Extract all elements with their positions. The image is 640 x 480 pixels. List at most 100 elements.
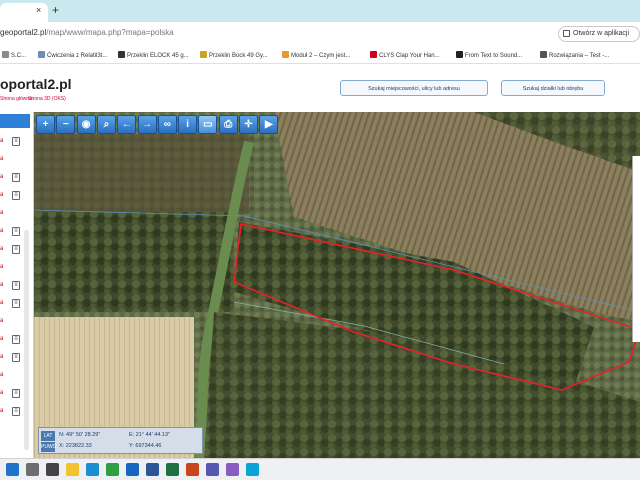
document-icon[interactable]: ≡: [12, 299, 20, 308]
task-view-icon[interactable]: [46, 463, 59, 476]
bookmark-label: S.C...: [11, 53, 27, 59]
bookmark-label: From Text to Sound...: [465, 53, 523, 59]
open-in-app-button[interactable]: Otwórz w aplikacji: [558, 26, 640, 42]
zoom-out-icon[interactable]: −: [56, 115, 76, 134]
bookmark-item[interactable]: Rozwiązania – Test -...: [540, 51, 609, 59]
layer-item[interactable]: a: [0, 264, 3, 270]
print-icon[interactable]: ⎙: [218, 115, 238, 134]
layer-item[interactable]: a: [0, 318, 3, 324]
bookmark-label: Rozwiązania – Test -...: [549, 53, 610, 59]
globe-icon[interactable]: ◉: [76, 115, 96, 134]
bookmark-item[interactable]: From Text to Sound...: [456, 51, 522, 59]
document-icon[interactable]: ≡: [12, 137, 20, 146]
app-window-icon: [563, 30, 570, 37]
coords-tag-puwg[interactable]: PUWG: [41, 442, 57, 452]
page-header: oportal2.pl Strona główna Strona 3D (OKS…: [0, 64, 640, 112]
layer-item[interactable]: a: [0, 210, 3, 216]
link-icon[interactable]: ∞: [157, 115, 177, 134]
coordinates-box: LAT PUWG N: 49° 50' 28.29" E: 21° 44' 44…: [38, 427, 203, 454]
coords-tag-lat[interactable]: LAT: [41, 431, 55, 441]
bookmark-favicon-icon: [38, 51, 45, 58]
magnify-icon[interactable]: ⌕: [96, 115, 116, 134]
taskbar: [0, 458, 640, 480]
layer-item[interactable]: a: [0, 282, 3, 288]
browser-tab[interactable]: ×: [0, 3, 48, 22]
word-icon[interactable]: [146, 463, 159, 476]
aerial-imagery: [34, 112, 640, 458]
powerpoint-icon[interactable]: [186, 463, 199, 476]
layer-item[interactable]: a: [0, 354, 3, 360]
edge-icon[interactable]: [86, 463, 99, 476]
bookmark-item[interactable]: Ćwiczenia z Relatil3t...: [38, 51, 107, 59]
layer-item[interactable]: a: [0, 138, 3, 144]
layer-item[interactable]: a: [0, 390, 3, 396]
search-parcel-button[interactable]: Szukaj działki lub obrębu: [501, 80, 605, 96]
document-icon[interactable]: ≡: [12, 335, 20, 344]
map-side-panel[interactable]: [632, 156, 640, 342]
bookmark-favicon-icon: [540, 51, 547, 58]
bookmark-item[interactable]: S.C...: [2, 51, 26, 59]
url-path: /map/www/mapa.php?mapa=polska: [46, 28, 174, 37]
browser-tab-strip: × +: [0, 0, 640, 22]
layer-item[interactable]: a: [0, 408, 3, 414]
coord-x: X: 223822.33: [59, 443, 92, 449]
bookmark-favicon-icon: [118, 51, 125, 58]
forward-icon[interactable]: →: [137, 115, 157, 134]
layer-item[interactable]: a: [0, 192, 3, 198]
measure-icon[interactable]: ▭: [198, 115, 218, 134]
url-host: geoportal2.pl: [0, 28, 47, 37]
bookmark-favicon-icon: [2, 51, 9, 58]
close-tab-icon[interactable]: ×: [36, 5, 41, 15]
photos-icon[interactable]: [246, 463, 259, 476]
layer-item[interactable]: a: [0, 228, 3, 234]
locate-icon[interactable]: ✛: [239, 115, 258, 134]
breadcrumb-3d[interactable]: Strona 3D (OKS): [28, 96, 66, 102]
bookmark-favicon-icon: [282, 51, 289, 58]
layers-panel-scrollbar[interactable]: [24, 230, 29, 450]
zoom-in-icon[interactable]: +: [36, 115, 55, 134]
bookmark-item[interactable]: CLYS Clap Your Han...: [370, 51, 440, 59]
bookmark-item[interactable]: Przeklin ELOCK 45 g...: [118, 51, 189, 59]
address-bar[interactable]: geoportal2.pl/map/www/mapa.php?mapa=pols…: [0, 28, 174, 37]
search-icon[interactable]: [26, 463, 39, 476]
document-icon[interactable]: ≡: [12, 407, 20, 416]
chrome-icon[interactable]: [106, 463, 119, 476]
document-icon[interactable]: ≡: [12, 389, 20, 398]
layer-item[interactable]: a: [0, 336, 3, 342]
site-title[interactable]: oportal2.pl: [0, 76, 72, 92]
layers-panel-header[interactable]: [0, 114, 30, 128]
map-view[interactable]: + − ◉ ⌕ ← → ∞ i ▭ ⎙ ✛ ▶ LAT PUWG N: 49° 50' 28.29" …: [34, 112, 640, 458]
document-icon[interactable]: ≡: [12, 173, 20, 182]
app-icon[interactable]: [226, 463, 239, 476]
bookmark-label: Przeklin Bock 49 Gy...: [209, 53, 268, 59]
coord-lon: E: 21° 44' 44.13": [129, 432, 170, 438]
bookmark-label: Moduł 2 – Czym jest...: [291, 53, 351, 59]
bookmark-label: Ćwiczenia z Relatil3t...: [47, 53, 108, 59]
layers-panel: a ≡ a a ≡ a ≡ a a ≡ a ≡ a a ≡ a ≡ a a ≡ a ≡ a a ≡ a ≡: [0, 112, 34, 458]
bookmark-favicon-icon: [370, 51, 377, 58]
layer-item[interactable]: a: [0, 156, 3, 162]
search-address-button[interactable]: Szukaj miejscowości, ulicy lub adresu: [340, 80, 488, 96]
document-icon[interactable]: ≡: [12, 245, 20, 254]
windows-icon[interactable]: [6, 463, 19, 476]
document-icon[interactable]: ≡: [12, 191, 20, 200]
bookmark-favicon-icon: [456, 51, 463, 58]
bookmark-label: Przeklin ELOCK 45 g...: [127, 53, 189, 59]
document-icon[interactable]: ≡: [12, 227, 20, 236]
document-icon[interactable]: ≡: [12, 281, 20, 290]
document-icon[interactable]: ≡: [12, 353, 20, 362]
layer-item[interactable]: a: [0, 246, 3, 252]
teams-icon[interactable]: [206, 463, 219, 476]
layer-item[interactable]: a: [0, 300, 3, 306]
explorer-icon[interactable]: [66, 463, 79, 476]
bookmark-item[interactable]: Moduł 2 – Czym jest...: [282, 51, 350, 59]
layer-item[interactable]: a: [0, 174, 3, 180]
bookmark-item[interactable]: Przeklin Bock 49 Gy...: [200, 51, 268, 59]
video-icon[interactable]: ▶: [259, 115, 279, 134]
back-icon[interactable]: ←: [117, 115, 137, 134]
info-icon[interactable]: i: [178, 115, 198, 134]
new-tab-button[interactable]: +: [52, 3, 59, 17]
excel-icon[interactable]: [166, 463, 179, 476]
mail-icon[interactable]: [126, 463, 139, 476]
layer-item[interactable]: a: [0, 372, 3, 378]
